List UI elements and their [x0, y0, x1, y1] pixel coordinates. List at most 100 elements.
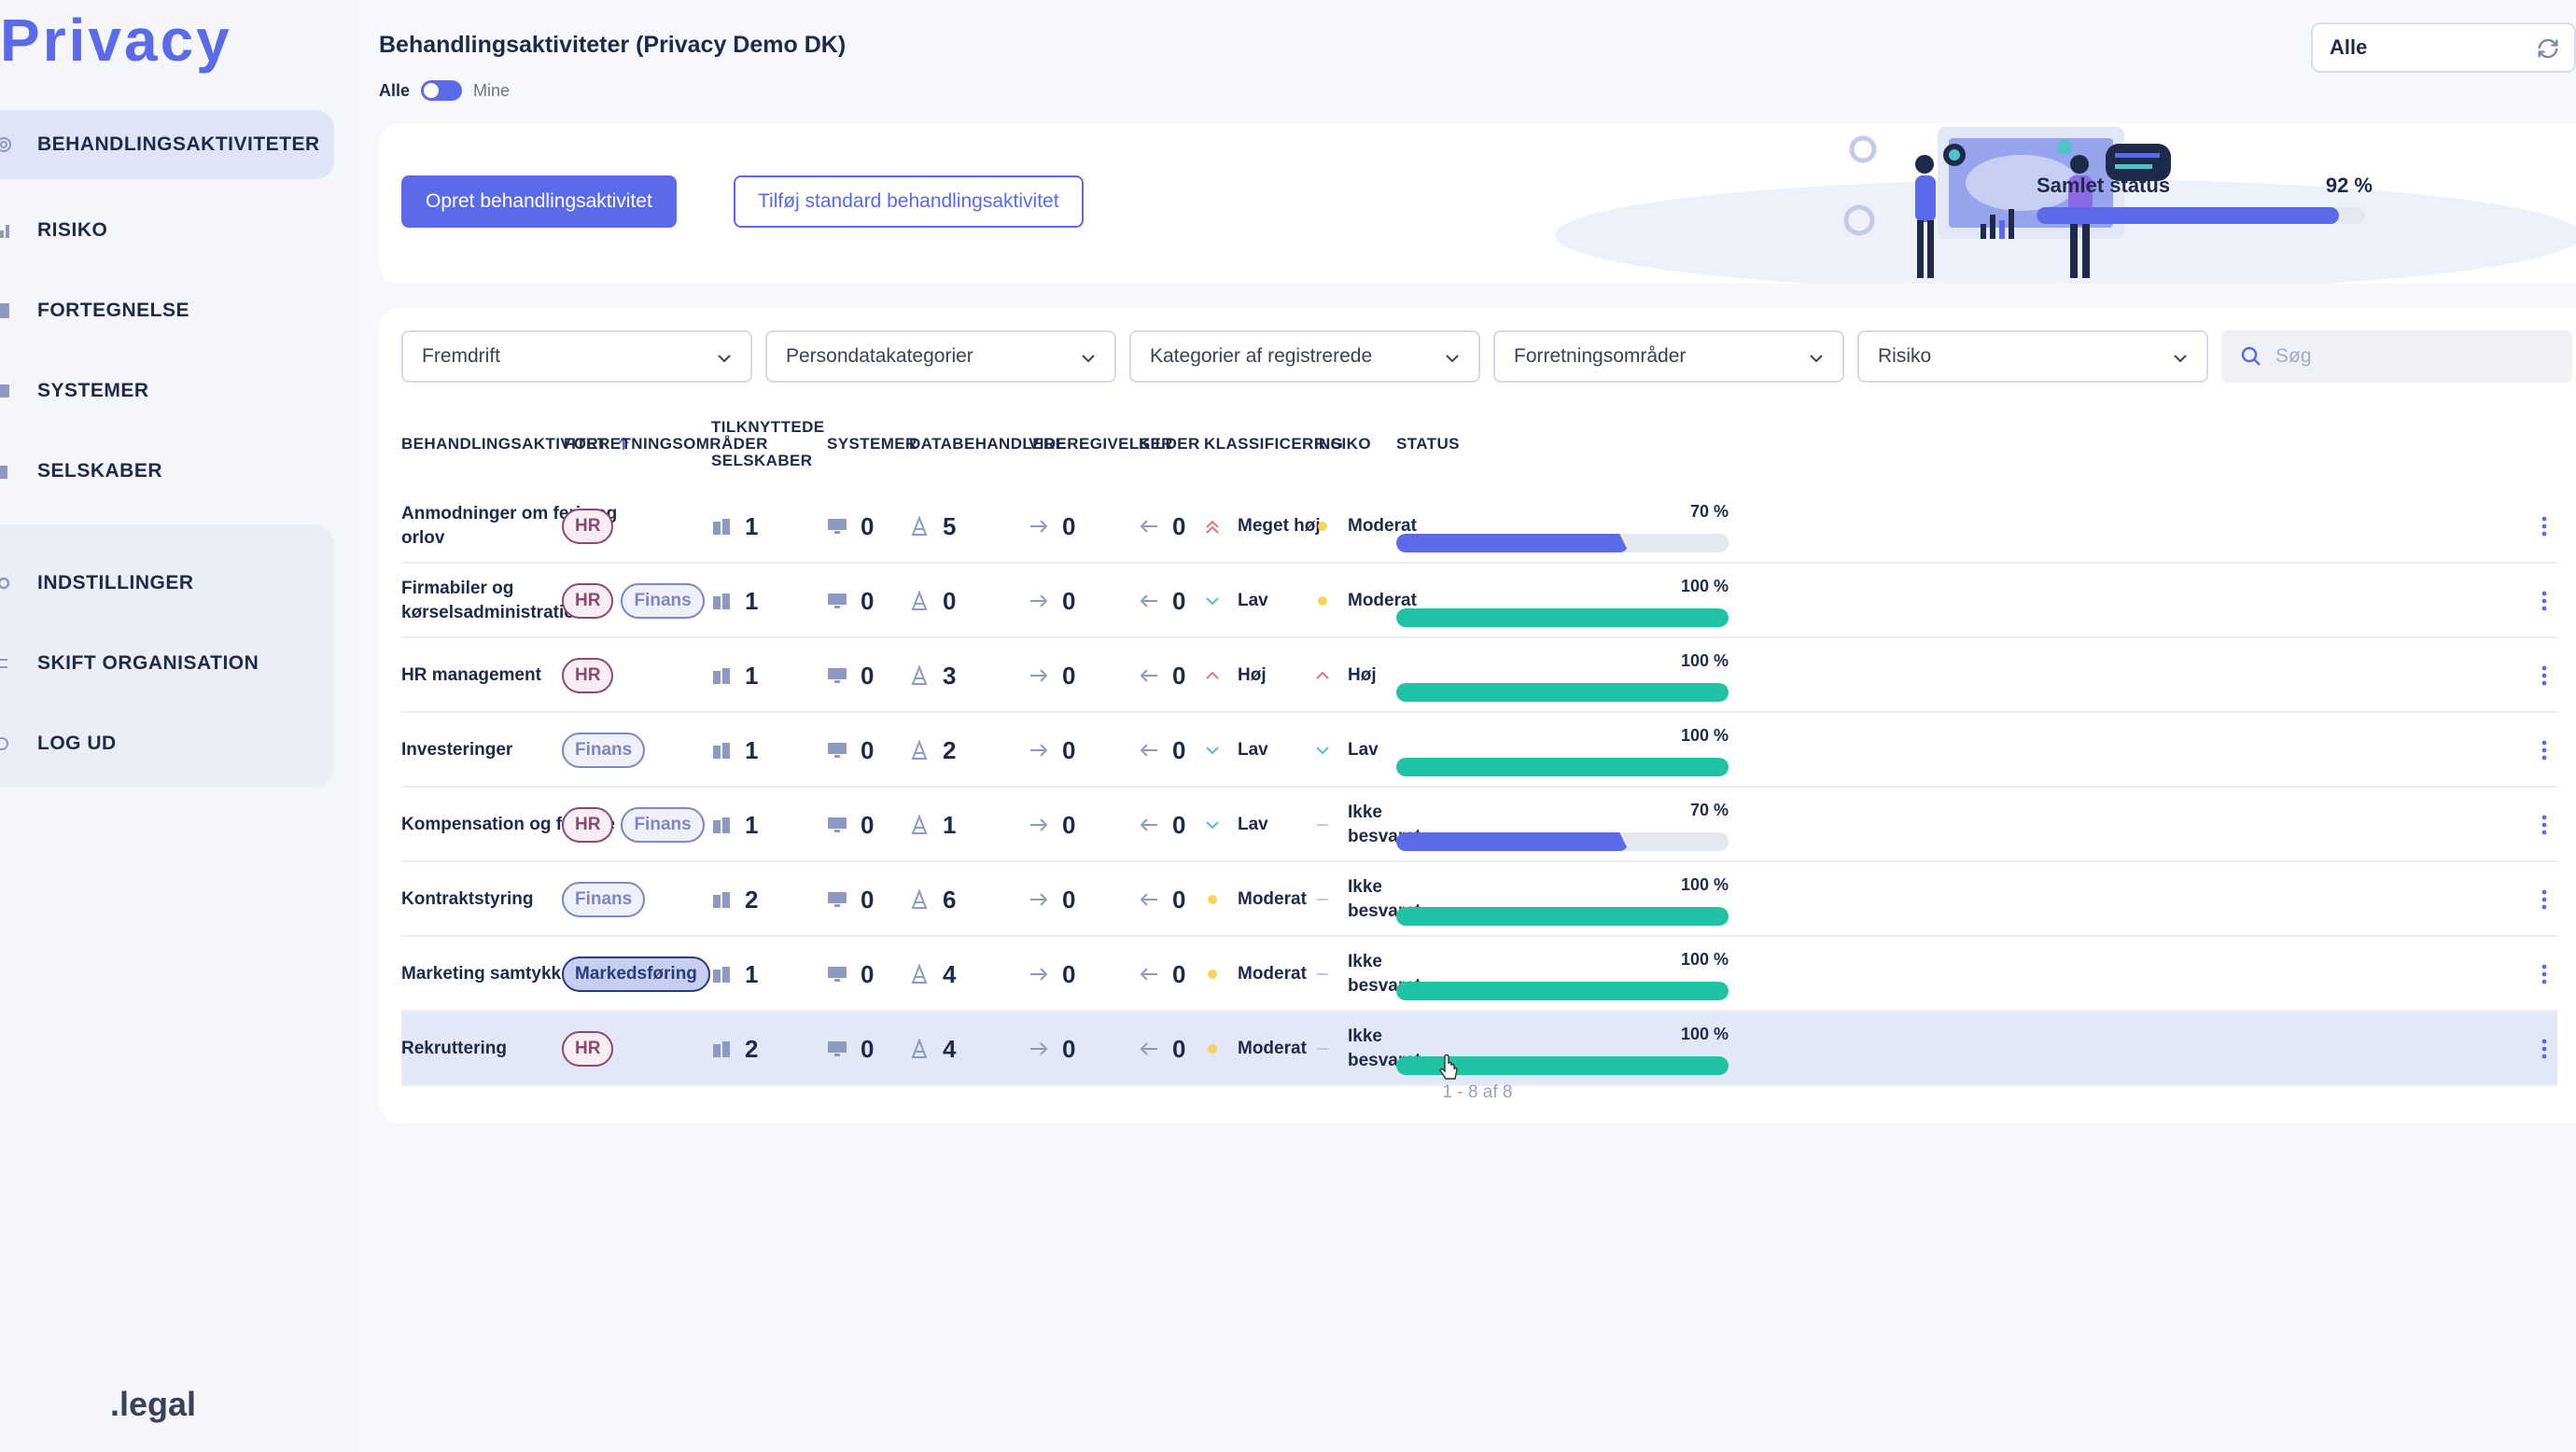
header-systems[interactable]: SYSTEMER [827, 399, 917, 489]
sidebar-item-risiko[interactable]: RISIKO [0, 190, 334, 271]
classification-cell: Lav [1204, 788, 1268, 862]
arrow-left-icon [1139, 1039, 1159, 1059]
filter-progress[interactable]: Fremdrift [401, 330, 752, 383]
filter-subject-categories[interactable]: Kategorier af registrerede [1129, 330, 1480, 383]
organization-select[interactable]: Alle [2311, 22, 2576, 73]
processor-icon [909, 665, 930, 686]
activity-name[interactable]: Anmodninger om ferie og orlov [401, 489, 663, 564]
arrow-left-icon [1139, 516, 1159, 537]
classification-cell: Lav [1204, 713, 1268, 788]
chevron-down-icon [1204, 742, 1221, 759]
business-area-tag: HR [562, 1031, 614, 1067]
table-row[interactable]: HR management HR 1 0 3 0 0 Høj Høj 100 % [401, 638, 2557, 713]
sidebar-item-label: RISIKO [37, 219, 108, 241]
table-row[interactable]: Anmodninger om ferie og orlov HR 1 0 5 0 0 Mege… [401, 489, 2557, 564]
sidebar-item-label: LOG UD [37, 733, 117, 754]
building-icon [711, 591, 732, 611]
count-value: 2 [943, 735, 957, 764]
count-value: 1 [745, 511, 759, 540]
header-risk[interactable]: RISIKO [1314, 399, 1371, 489]
more-options-icon[interactable] [2535, 586, 2554, 616]
create-activity-button[interactable]: Opret behandlingsaktivitet [401, 175, 677, 228]
count-value: 0 [861, 511, 875, 540]
status-bar-fill [1396, 832, 1630, 851]
status-percent: 100 % [1680, 577, 1729, 595]
count-cell: 0 [827, 788, 874, 862]
business-area-tag: Finans [562, 733, 646, 768]
header-sources[interactable]: KILDER [1139, 399, 1200, 489]
search-input[interactable] [2275, 345, 2537, 368]
more-options-icon[interactable] [2535, 885, 2554, 914]
table-row[interactable]: Firmabiler og kørselsadministration HR Fin… [401, 564, 2557, 638]
business-area-tags: HR [562, 1012, 621, 1086]
header-companies[interactable]: TILKNYTTEDE SELSKABER [711, 399, 825, 489]
chevron-down-icon [1446, 355, 1459, 363]
count-cell: 0 [827, 937, 874, 1012]
processor-icon [909, 889, 930, 910]
status-bar [1396, 534, 1729, 552]
count-cell: 0 [1139, 713, 1185, 788]
activity-name[interactable]: Rekruttering [401, 1012, 663, 1086]
count-value: 5 [943, 511, 957, 540]
classification-value: Lav [1238, 591, 1268, 610]
sidebar-item-behandlingsaktiviteter[interactable]: BEHANDLINGSAKTIVITETER [0, 110, 334, 179]
business-area-tags: HR Finans [562, 564, 712, 638]
count-value: 0 [1062, 810, 1076, 839]
table-row[interactable]: Investeringer Finans 1 0 2 0 0 Lav Lav 100 % [401, 713, 2557, 788]
count-value: 0 [1062, 885, 1076, 914]
business-area-tags: HR [562, 638, 621, 713]
sidebar-item-indstillinger[interactable]: INDSTILLINGER [0, 543, 334, 623]
sidebar-item-selskaber[interactable]: SELSKABER [0, 431, 334, 511]
chevron-down-icon [718, 355, 731, 363]
more-options-icon[interactable] [2535, 511, 2554, 541]
count-value: 0 [861, 959, 875, 988]
dash-icon [1314, 817, 1331, 833]
filter-business-areas[interactable]: Forretningsområder [1493, 330, 1844, 383]
filter-data-categories[interactable]: Persondatakategorier [765, 330, 1116, 383]
count-cell: 0 [1139, 937, 1185, 1012]
sidebar-item-fortegnelse[interactable]: FORTEGNELSE [0, 271, 334, 351]
add-standard-activity-button[interactable]: Tilføj standard behandlingsaktivitet [734, 175, 1084, 228]
count-cell: 1 [711, 564, 758, 638]
more-options-icon[interactable] [2535, 810, 2554, 840]
refresh-icon[interactable] [2535, 35, 2561, 62]
count-cell: 0 [827, 564, 874, 638]
arrow-left-icon [1139, 889, 1159, 910]
activity-name[interactable]: HR management [401, 638, 663, 713]
business-area-tags: HR [562, 489, 621, 564]
arrow-right-icon [1029, 740, 1049, 761]
business-area-tag: Finans [562, 882, 646, 917]
more-options-icon[interactable] [2535, 661, 2554, 691]
arrow-right-icon [1029, 815, 1049, 835]
sidebar-item-skift-organisation[interactable]: SKIFT ORGANISATION [0, 623, 334, 704]
toggle-label-mine: Mine [473, 80, 511, 100]
business-area-tags: Finans [562, 862, 652, 937]
building-icon [711, 1039, 732, 1059]
classification-cell: Moderat [1204, 937, 1307, 1012]
more-options-icon[interactable] [2535, 735, 2554, 765]
status-percent: 70 % [1689, 801, 1729, 819]
sidebar-item-log-ud[interactable]: LOG UD [0, 704, 334, 784]
header-status[interactable]: STATUS [1396, 399, 1460, 489]
more-options-icon[interactable] [2535, 959, 2554, 989]
document-icon [0, 301, 15, 320]
business-area-tag: HR [562, 658, 614, 693]
search-icon [2241, 346, 2261, 366]
count-value: 0 [943, 586, 957, 615]
table-row[interactable]: Kompensation og fordele HR Finans 1 0 1 0 0 Lav I… [401, 788, 2557, 862]
table-header: BEHANDLINGSAKTIVITET FORRETNINGSOMRÅDER … [401, 399, 2557, 489]
status-cell: 70 % [1396, 788, 1729, 862]
count-value: 2 [745, 1034, 759, 1063]
filter-risk[interactable]: Risiko [1857, 330, 2208, 383]
status-bar-fill [1396, 982, 1729, 1000]
table-row[interactable]: Marketing samtykke Markedsføring 1 0 4 0 0 Mode… [401, 937, 2557, 1012]
table-row[interactable]: Kontraktstyring Finans 2 0 6 0 0 Moderat Ikke be… [401, 862, 2557, 937]
sidebar-item-systemer[interactable]: SYSTEMER [0, 351, 334, 431]
count-cell: 0 [1029, 638, 1075, 713]
more-options-icon[interactable] [2535, 1034, 2554, 1064]
count-value: 0 [1172, 885, 1186, 914]
table-row[interactable]: Rekruttering HR 2 0 4 0 0 Moderat Ikke besvaret 1… [401, 1012, 2557, 1086]
dot-icon [1204, 966, 1221, 983]
scope-switch[interactable] [421, 80, 463, 101]
count-cell: 1 [909, 788, 956, 862]
